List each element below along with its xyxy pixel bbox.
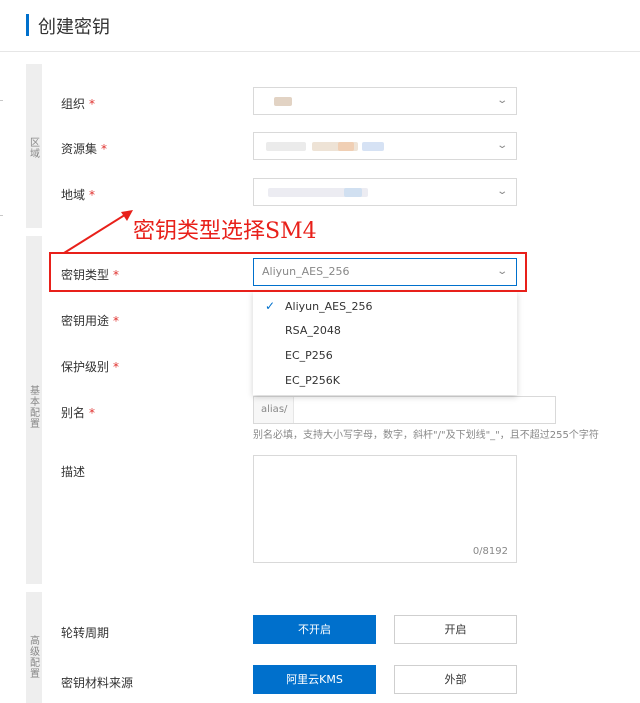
chevron-down-icon: ⌄ <box>495 95 508 106</box>
title-accent-bar <box>26 14 29 36</box>
basic-section-label: 基本配置 <box>30 386 40 430</box>
redacted-value <box>338 142 354 151</box>
annotation-highlight-box <box>49 252 527 292</box>
description-textarea[interactable]: 0/8192 <box>253 455 517 563</box>
annotation-text: 密钥类型选择SM4 <box>133 219 317 244</box>
resource-set-field-label: 资源集 * <box>61 142 108 156</box>
region-select[interactable]: ⌄ <box>253 178 517 206</box>
material-source-field-label: 密钥材料来源 <box>61 676 134 690</box>
alias-input[interactable]: alias/ <box>253 396 556 424</box>
chevron-down-icon: ⌄ <box>495 186 508 197</box>
redacted-value <box>362 142 384 151</box>
material-external-button[interactable]: 外部 <box>394 665 517 694</box>
key-usage-field-label: 密钥用途 * <box>61 314 120 328</box>
description-field-label: 描述 <box>61 465 86 479</box>
protection-level-field-label: 保护级别 * <box>61 360 120 374</box>
edge-tick <box>0 215 3 216</box>
page-title: 创建密钥 <box>38 17 110 38</box>
dropdown-option[interactable]: RSA_2048 <box>253 319 517 343</box>
org-select[interactable]: ⌄ <box>253 87 517 115</box>
key-type-dropdown: ✓ Aliyun_AES_256 RSA_2048 EC_P256 EC_P25… <box>253 291 517 395</box>
chevron-down-icon: ⌄ <box>495 140 508 151</box>
advanced-section-label: 高级配置 <box>30 636 40 680</box>
rotation-on-button[interactable]: 开启 <box>394 615 517 644</box>
alias-hint: 别名必填，支持大小写字母，数字，斜杆"/"及下划线"_"，且不超过255个字符 <box>253 430 599 441</box>
check-icon: ✓ <box>265 299 276 313</box>
page-header: 创建密钥 <box>0 0 640 52</box>
region-field-label: 地域 * <box>61 188 96 202</box>
resource-set-select[interactable]: ⌄ <box>253 132 517 160</box>
advanced-section-side: 高级配置 <box>26 592 42 703</box>
material-kms-button[interactable]: 阿里云KMS <box>253 665 376 694</box>
region-section-label: 区域 <box>30 138 40 160</box>
redacted-value <box>274 97 292 106</box>
alias-field-label: 别名 * <box>61 406 96 420</box>
dropdown-option[interactable]: EC_P256 <box>253 344 517 368</box>
rotation-off-button[interactable]: 不开启 <box>253 615 376 644</box>
redacted-value <box>266 142 306 151</box>
alias-prefix: alias/ <box>254 397 294 423</box>
rotation-field-label: 轮转周期 <box>61 626 110 640</box>
dropdown-option[interactable]: ✓ Aliyun_AES_256 <box>253 295 517 319</box>
org-field-label: 组织 * <box>61 97 96 111</box>
dropdown-option[interactable]: EC_P256K <box>253 369 517 393</box>
redacted-value <box>344 188 362 197</box>
edge-tick <box>0 100 3 101</box>
basic-section-side: 基本配置 <box>26 236 42 584</box>
description-counter: 0/8192 <box>472 546 508 557</box>
region-section-side: 区域 <box>26 64 42 228</box>
